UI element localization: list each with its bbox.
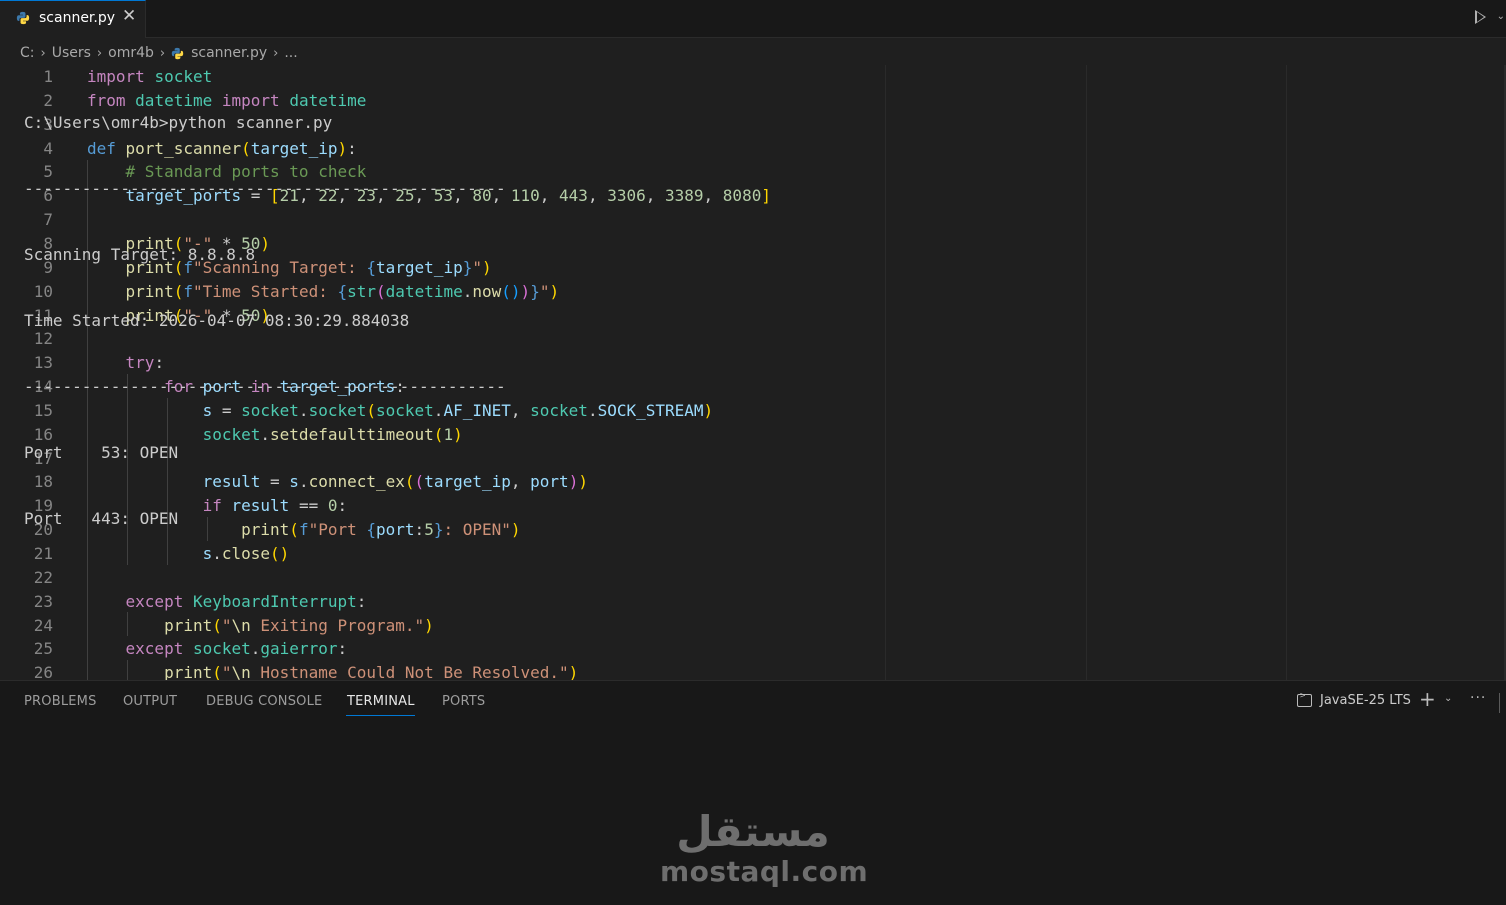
code-token: . <box>250 639 261 659</box>
breadcrumb-symbol[interactable]: ... <box>284 45 297 61</box>
code-token: ) <box>424 615 434 635</box>
editor-ruler <box>885 65 886 680</box>
code-token: KeyboardInterrupt <box>192 591 357 611</box>
code-token: ) <box>578 472 588 492</box>
chevron-down-icon[interactable]: ⌄ <box>1444 693 1452 704</box>
terminal-line: Port 443: OPEN <box>24 509 179 528</box>
chevron-right-icon: › <box>96 45 103 61</box>
code-token: port <box>530 472 569 492</box>
code-token: , <box>587 186 608 206</box>
code-token: Hostname Could Not Be Resolved." <box>250 663 569 680</box>
code-text: except KeyboardInterrupt: <box>87 590 367 614</box>
chevron-right-icon: › <box>273 45 279 61</box>
line-number: 26 <box>33 663 53 680</box>
terminal-line: Port 53: OPEN <box>24 443 179 462</box>
code-token: print <box>87 615 213 635</box>
code-token: \n <box>231 663 251 680</box>
code-token: \n <box>231 615 251 635</box>
tab-title: scanner.py <box>39 10 116 26</box>
python-file-icon <box>16 11 30 25</box>
line-number: 23 <box>33 591 53 611</box>
tab-output[interactable]: OUTPUT <box>123 694 177 709</box>
breadcrumb-file[interactable]: scanner.py <box>191 45 267 61</box>
terminal-line: Scanning Target: 8.8.8.8 <box>24 245 256 264</box>
code-token: except <box>87 591 193 611</box>
line-number: 22 <box>33 567 53 587</box>
terminal-line: Time Started: 2026-04-07 08:30:29.884038 <box>24 311 410 330</box>
terminal-line: ----------------------------------------… <box>24 179 506 198</box>
watermark-arabic: مستقل <box>676 807 830 856</box>
chevron-right-icon: › <box>159 45 166 61</box>
terminal-line: ----------------------------------------… <box>24 377 506 396</box>
code-token: " <box>221 663 232 680</box>
terminal-output[interactable]: C:\Users\omr4b>python scanner.py -------… <box>24 68 506 552</box>
terminal-line: C:\Users\omr4b>python scanner.py <box>24 113 333 132</box>
more-actions-icon[interactable]: ··· <box>1470 690 1486 706</box>
code-text: print("\n Exiting Program.") <box>87 614 434 638</box>
tab-debug-console[interactable]: DEBUG CONSOLE <box>206 694 322 709</box>
code-token: , <box>645 186 665 206</box>
code-token: , <box>703 186 723 206</box>
watermark-latin: mostaql.com <box>660 855 869 888</box>
code-token: 3389 <box>665 186 704 206</box>
editor-tab-bar: scanner.py ✕ ⌄ <box>0 0 1506 38</box>
code-token: " <box>221 615 232 635</box>
code-token: ) <box>568 472 579 492</box>
code-token: ) <box>510 520 521 540</box>
code-token: ] <box>761 186 771 206</box>
code-token: Exiting Program." <box>250 615 425 635</box>
tab-terminal[interactable]: TERMINAL <box>347 694 415 709</box>
code-token: ) <box>568 663 579 680</box>
close-icon[interactable]: ✕ <box>122 6 136 26</box>
code-token: ) <box>549 281 560 301</box>
breadcrumb-users[interactable]: Users <box>52 45 91 61</box>
tab-ports[interactable]: PORTS <box>442 694 485 709</box>
code-token: : <box>337 639 348 659</box>
tab-scanner-py[interactable]: scanner.py ✕ <box>0 0 146 38</box>
chevron-right-icon: › <box>40 45 46 61</box>
breadcrumb-drive[interactable]: C: <box>20 45 35 61</box>
code-token: , <box>539 186 560 206</box>
code-token: socket <box>192 639 251 659</box>
terminal-icon <box>1297 691 1312 707</box>
run-python-file-icon[interactable] <box>1475 10 1486 24</box>
code-token: ) <box>520 281 531 301</box>
tab-problems[interactable]: PROBLEMS <box>24 694 97 709</box>
active-tab-indicator <box>346 715 415 716</box>
code-token: } <box>530 281 540 301</box>
editor-ruler <box>1086 65 1087 680</box>
code-token: print <box>87 663 213 680</box>
code-token: ( <box>212 615 222 635</box>
python-file-icon <box>171 47 184 59</box>
code-token: 443 <box>559 186 588 206</box>
mostaql-watermark: مستقل mostaql.com <box>660 807 868 893</box>
code-token: ) <box>703 400 714 420</box>
panel-sash[interactable] <box>1499 693 1500 713</box>
code-token: ( <box>212 663 222 680</box>
code-token: socket <box>530 400 588 420</box>
breadcrumb: C: › Users › omr4b › scanner.py › ... <box>20 44 298 62</box>
editor-ruler <box>1286 65 1287 680</box>
terminal-profile-label[interactable]: JavaSE-25 LTS <box>1320 693 1411 708</box>
chevron-down-icon[interactable]: ⌄ <box>1497 11 1505 22</box>
code-token: . <box>587 400 598 420</box>
code-text: except socket.gaierror: <box>87 637 348 661</box>
code-token: , <box>510 472 531 492</box>
code-token: : <box>356 591 367 611</box>
code-token: SOCK_STREAM <box>597 400 704 420</box>
code-token: 8080 <box>722 186 762 206</box>
code-token: 110 <box>510 186 540 206</box>
code-token: except <box>87 639 193 659</box>
code-text: print("\n Hostname Could Not Be Resolved… <box>87 661 578 680</box>
code-token: , <box>510 400 531 420</box>
line-number: 24 <box>33 615 53 635</box>
code-token: 3306 <box>607 186 646 206</box>
plus-icon[interactable]: + <box>1419 687 1436 711</box>
line-number: 25 <box>33 639 53 659</box>
code-token: gaierror <box>260 639 338 659</box>
breadcrumb-omr4b[interactable]: omr4b <box>108 45 154 61</box>
